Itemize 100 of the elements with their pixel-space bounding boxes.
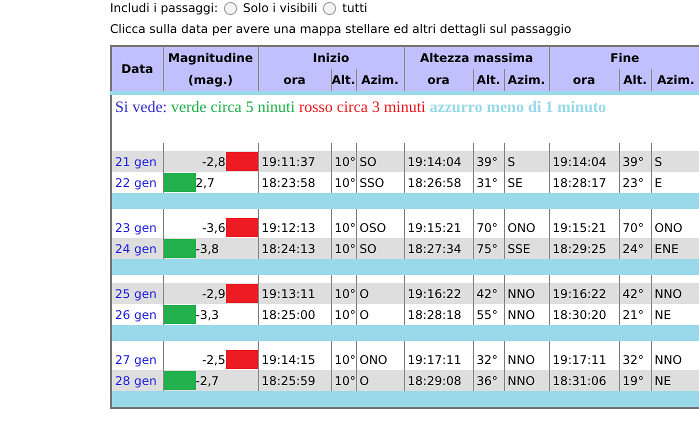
table-cell: SSE [504, 238, 550, 259]
table-cell: 36° [473, 370, 504, 391]
magnitude-value: -2,9 [202, 286, 226, 300]
table-cell: ENE [651, 238, 699, 259]
table-cell: 18:29:25 [549, 238, 620, 259]
radio-label[interactable]: Solo i visibili [243, 1, 318, 15]
table-cell: 24° [619, 238, 652, 259]
table-cell: 42° [473, 283, 504, 304]
table-cell: 18:28:18 [404, 304, 474, 325]
table-cell: SO [356, 151, 404, 172]
date-link[interactable]: 23 gen [111, 217, 163, 238]
magnitude-value: 2,7 [196, 176, 215, 190]
column-header: (mag.) [163, 69, 258, 93]
table-cell: 10° [331, 217, 356, 238]
table-cell: 18:31:06 [549, 370, 620, 391]
date-link[interactable]: 27 gen [111, 349, 163, 370]
table-cell: NE [651, 304, 699, 325]
table-cell: 18:27:34 [404, 238, 474, 259]
table-cell: NE [651, 370, 699, 391]
table-cell: 10° [331, 349, 356, 370]
table-cell: 19:11:37 [258, 151, 331, 172]
table-cell: ONO [504, 217, 550, 238]
table-cell: 32° [619, 349, 652, 370]
column-header: Data [111, 46, 163, 93]
table-cell: 18:25:59 [258, 370, 331, 391]
column-header: ora [404, 69, 474, 93]
table-cell: 19:16:22 [404, 283, 474, 304]
column-header: Altezza massima [404, 46, 550, 69]
table-cell: NNO [651, 283, 699, 304]
table-cell: 18:26:58 [404, 172, 474, 193]
legend-text: Si vede: verde circa 5 ninuti rosso circa 3 minuti azzurro meno di 1 minuto [111, 93, 699, 143]
table-cell: SE [504, 172, 550, 193]
table-cell: 42° [619, 283, 652, 304]
magnitude-value: -3,3 [196, 308, 219, 322]
table-cell: 19:12:13 [258, 217, 331, 238]
table-cell: 39° [619, 151, 652, 172]
date-link[interactable]: 28 gen [111, 370, 163, 391]
table-cell: O [356, 283, 404, 304]
table-cell: 19:16:22 [549, 283, 620, 304]
magnitude-value: -2,5 [202, 352, 226, 366]
table-cell: 70° [473, 217, 504, 238]
table-cell: 23° [619, 172, 652, 193]
table-cell: O [356, 304, 404, 325]
column-header: Inizio [258, 46, 404, 69]
date-link[interactable]: 21 gen [111, 151, 163, 172]
table-cell: 19:14:04 [404, 151, 474, 172]
table-cell: 10° [331, 283, 356, 304]
table-cell: ONO [651, 217, 699, 238]
magnitude-value: -3,6 [202, 220, 226, 234]
table-cell: NNO [504, 304, 550, 325]
table-cell: 19:13:11 [258, 283, 331, 304]
table-cell: S [504, 151, 550, 172]
column-header: Alt. [331, 69, 356, 93]
table-cell: 19° [619, 370, 652, 391]
table-cell: 75° [473, 238, 504, 259]
column-header: Alt. [473, 69, 504, 93]
table-cell: SO [356, 238, 404, 259]
column-header: Azim. [651, 69, 699, 93]
hint-text: Clicca sulla data per avere una mappa stellare ed altri dettagli sul passaggio [110, 22, 572, 36]
magnitude-value: -2,7 [196, 374, 219, 388]
table-cell: 10° [331, 172, 356, 193]
table-cell: 19:14:15 [258, 349, 331, 370]
table-cell: NNO [504, 349, 550, 370]
table-cell: 31° [473, 172, 504, 193]
radio-label[interactable]: tutti [342, 1, 368, 15]
table-cell: 10° [331, 238, 356, 259]
table-cell: NNO [504, 370, 550, 391]
table-cell: 10° [331, 151, 356, 172]
column-header: Alt. [619, 69, 652, 93]
table-cell: 18:28:17 [549, 172, 620, 193]
table-cell: 21° [619, 304, 652, 325]
date-link[interactable]: 24 gen [111, 238, 163, 259]
table-cell: SSO [356, 172, 404, 193]
column-header: Azim. [504, 69, 550, 93]
table-cell: 55° [473, 304, 504, 325]
table-cell: 70° [619, 217, 652, 238]
table-cell: 18:24:13 [258, 238, 331, 259]
column-header: Magnitudine [163, 46, 258, 69]
date-link[interactable]: 25 gen [111, 283, 163, 304]
radio-button[interactable] [224, 2, 238, 14]
table-cell: 18:29:08 [404, 370, 474, 391]
table-cell: 10° [331, 370, 356, 391]
table-cell: OSO [356, 217, 404, 238]
filter-label: Includi i passaggi: [110, 1, 218, 15]
table-cell: 18:23:58 [258, 172, 331, 193]
table-cell: S [651, 151, 699, 172]
table-cell: 32° [473, 349, 504, 370]
column-header: ora [258, 69, 331, 93]
table-cell: 18:25:00 [258, 304, 331, 325]
date-link[interactable]: 22 gen [111, 172, 163, 193]
date-link[interactable]: 26 gen [111, 304, 163, 325]
table-cell: 19:17:11 [404, 349, 474, 370]
table-cell: 10° [331, 304, 356, 325]
magnitude-value: -2,8 [202, 154, 226, 168]
table-cell: 19:14:04 [549, 151, 620, 172]
table-cell: 19:17:11 [549, 349, 620, 370]
table-cell: NNO [651, 349, 699, 370]
table-cell: ONO [356, 349, 404, 370]
table-cell: NNO [504, 283, 550, 304]
radio-button[interactable] [323, 2, 336, 14]
